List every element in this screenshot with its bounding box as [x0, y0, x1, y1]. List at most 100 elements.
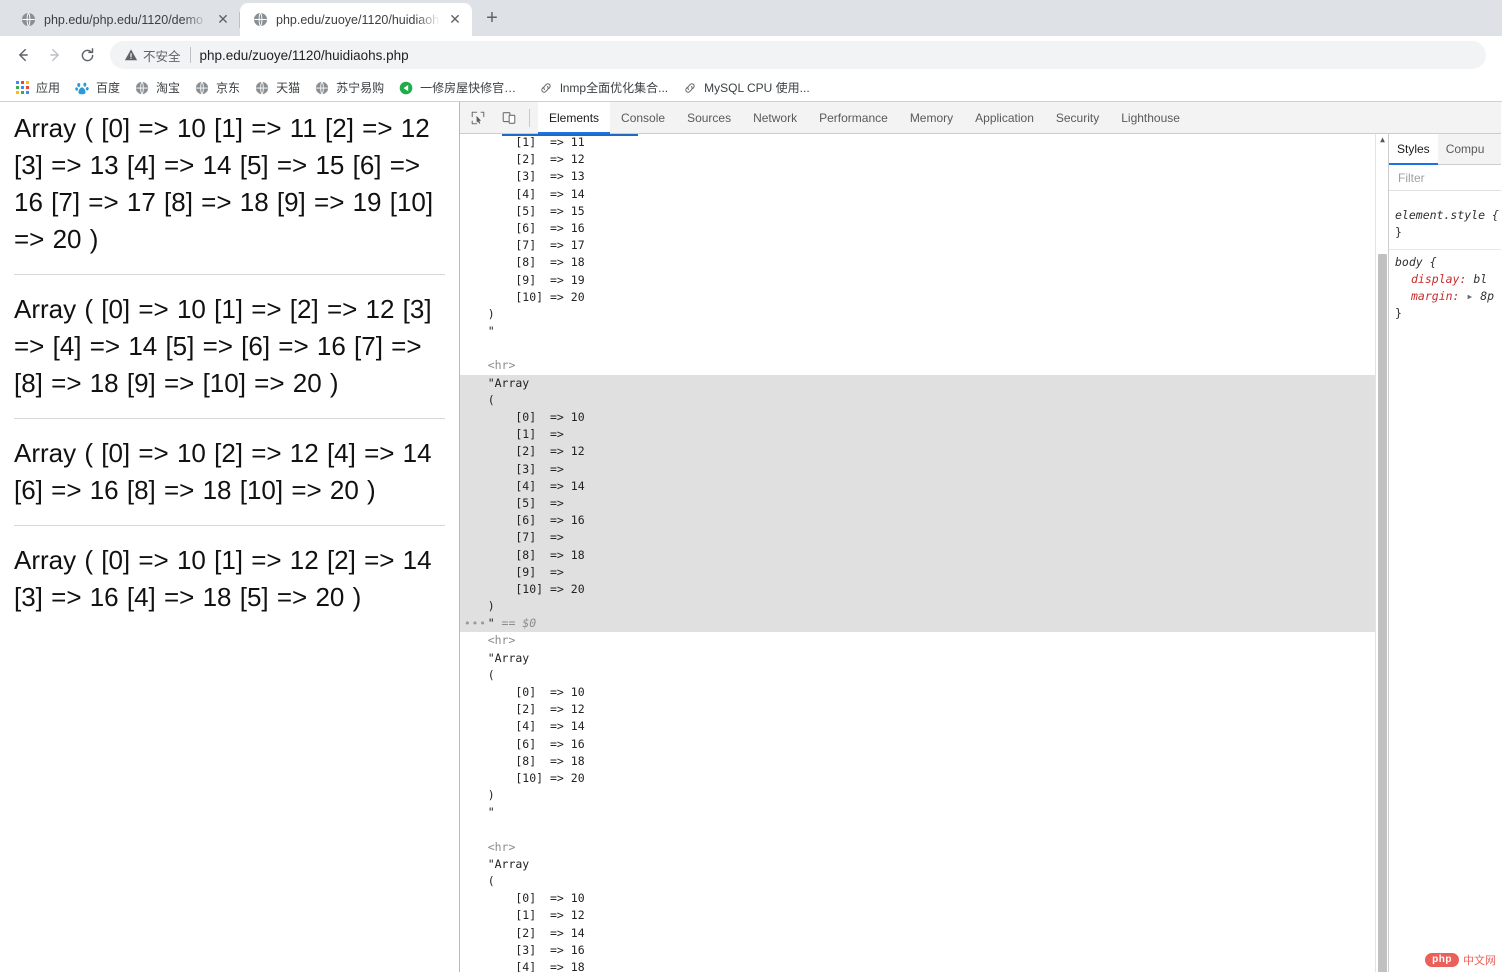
css-selector[interactable]: element.style { [1395, 208, 1499, 222]
dom-tree-line[interactable]: [1] => 11 [460, 134, 1375, 151]
dom-tree-line[interactable]: ( [460, 667, 1375, 684]
dom-tree-line[interactable]: <hr> [460, 839, 1375, 856]
css-value[interactable]: 8p [1480, 289, 1494, 303]
address-bar[interactable]: 不安全 php.edu/zuoye/1120/huidiaohs.php [110, 41, 1486, 69]
dom-tree-line[interactable]: [1] => [460, 426, 1375, 444]
dom-tree-line[interactable]: " [460, 804, 1375, 821]
dom-tree-line[interactable]: [8] => 18 [460, 254, 1375, 271]
dom-tree-line[interactable]: [2] => 14 [460, 925, 1375, 942]
dom-tree-line[interactable]: "Array [460, 650, 1375, 667]
dom-tree-line[interactable]: [8] => 18 [460, 753, 1375, 770]
bookmark-taobao[interactable]: 淘宝 [128, 77, 188, 98]
dom-tree-line[interactable]: [4] => 14 [460, 477, 1375, 495]
close-icon[interactable]: ✕ [214, 11, 232, 29]
dom-tree-line[interactable]: <hr> [460, 632, 1375, 649]
css-rule[interactable]: element.style {} [1389, 205, 1501, 243]
dom-tree-line[interactable]: <hr> [460, 357, 1375, 374]
dom-tree-line[interactable]: [3] => 16 [460, 942, 1375, 959]
dom-tree-line[interactable]: ) [460, 598, 1375, 616]
reload-button[interactable] [72, 40, 102, 70]
dom-tree-line[interactable]: [4] => 14 [460, 186, 1375, 203]
expand-triangle-icon[interactable]: ▸ [1466, 289, 1480, 303]
tab-console[interactable]: Console [610, 102, 676, 134]
tab-elements[interactable]: Elements [538, 101, 611, 134]
inspect-element-icon[interactable] [465, 105, 491, 131]
css-property[interactable]: margin: [1395, 289, 1466, 303]
dom-tree[interactable]: [1] => 11 [2] => 12 [3] => 13 [4] => 14 … [460, 134, 1375, 972]
dom-tree-line[interactable]: [5] => 15 [460, 203, 1375, 220]
css-selector[interactable]: body { [1395, 255, 1437, 269]
dom-tree-line[interactable]: [0] => 10 [460, 684, 1375, 701]
dom-tree-line[interactable] [460, 822, 1375, 839]
css-declaration[interactable]: margin: ▸ 8p [1395, 288, 1501, 305]
dom-tree-line[interactable]: ( [460, 391, 1375, 409]
dom-tree-line[interactable]: [1] => 12 [460, 907, 1375, 924]
browser-tab-2[interactable]: php.edu/zuoye/1120/huidiaoh ✕ [240, 3, 472, 36]
dom-tree-line[interactable]: " [460, 323, 1375, 340]
browser-tab-1[interactable]: php.edu/php.edu/1120/demo ✕ [8, 3, 240, 36]
tab-lighthouse[interactable]: Lighthouse [1110, 102, 1191, 134]
dom-tree-line[interactable]: [10] => 20 [460, 289, 1375, 306]
tab-security[interactable]: Security [1045, 102, 1110, 134]
scroll-up-icon[interactable]: ▲ [1378, 135, 1387, 144]
dom-tree-line[interactable]: [2] => 12 [460, 701, 1375, 718]
dom-tree-line[interactable]: [7] => [460, 529, 1375, 547]
dom-tree-line[interactable]: [3] => [460, 460, 1375, 478]
bookmark-baidu[interactable]: 百度 [68, 77, 128, 98]
bookmark-tmall[interactable]: 天猫 [248, 77, 308, 98]
dom-tree-line[interactable]: ) [460, 306, 1375, 323]
url-text[interactable]: php.edu/zuoye/1120/huidiaohs.php [200, 48, 409, 63]
back-button[interactable] [8, 40, 38, 70]
dom-tree-line[interactable]: [6] => 16 [460, 512, 1375, 530]
dom-tree-line[interactable]: [10] => 20 [460, 770, 1375, 787]
bookmark-mysql-cpu[interactable]: MySQL CPU 使用... [676, 77, 818, 98]
forward-button[interactable] [40, 40, 70, 70]
bookmark-yixiu[interactable]: 一修房屋快修官网,... [392, 77, 532, 98]
dom-tree-line[interactable]: [3] => 13 [460, 168, 1375, 185]
css-property[interactable]: display: [1395, 272, 1473, 286]
tab-sources[interactable]: Sources [676, 102, 742, 134]
bookmark-suning[interactable]: 苏宁易购 [308, 77, 392, 98]
dom-tree-line[interactable]: [6] => 16 [460, 736, 1375, 753]
dom-tree-line[interactable]: [4] => 14 [460, 718, 1375, 735]
dom-tree-line[interactable]: ) [460, 787, 1375, 804]
bookmark-lnmp[interactable]: lnmp全面优化集合... [532, 77, 676, 98]
dom-tree-line[interactable]: [2] => 12 [460, 151, 1375, 168]
tab-memory[interactable]: Memory [899, 102, 964, 134]
dom-tree-line[interactable]: [0] => 10 [460, 409, 1375, 427]
dom-tree-line[interactable]: [10] => 20 [460, 580, 1375, 599]
tab-computed[interactable]: Compu [1438, 134, 1493, 165]
tab-network[interactable]: Network [742, 102, 808, 134]
expand-ellipsis-icon[interactable]: ••• [464, 615, 487, 632]
security-status[interactable]: 不安全 [124, 46, 181, 65]
dom-scrollbar[interactable]: ▲ [1375, 134, 1388, 972]
tab-performance[interactable]: Performance [808, 102, 899, 134]
dom-tree-line[interactable]: "Array [460, 856, 1375, 873]
dom-tree-line[interactable]: [4] => 18 [460, 959, 1375, 972]
styles-filter-input[interactable]: Filter [1389, 165, 1501, 191]
device-toolbar-icon[interactable] [496, 105, 522, 131]
dom-tree-pane[interactable]: [1] => 11 [2] => 12 [3] => 13 [4] => 14 … [460, 134, 1389, 972]
new-tab-button[interactable]: + [478, 4, 506, 32]
dom-tree-line[interactable]: [6] => 16 [460, 220, 1375, 237]
dom-tree-line[interactable]: [2] => 12 [460, 443, 1375, 461]
css-value[interactable]: bl [1473, 272, 1487, 286]
css-declaration[interactable]: display: bl [1395, 271, 1501, 288]
dom-tree-line[interactable]: [7] => 17 [460, 237, 1375, 254]
bookmark-apps[interactable]: 应用 [8, 77, 68, 98]
tab-application[interactable]: Application [964, 102, 1045, 134]
dom-tree-line[interactable]: [8] => 18 [460, 546, 1375, 564]
dom-tree-line[interactable]: [0] => 10 [460, 890, 1375, 907]
close-icon[interactable]: ✕ [446, 11, 464, 29]
dom-tree-line[interactable]: "Array [460, 374, 1375, 392]
dom-tree-line[interactable]: [9] => [460, 563, 1375, 581]
scrollbar-thumb[interactable] [1378, 254, 1387, 972]
css-rule[interactable]: body {display: bl margin: ▸ 8p} [1389, 249, 1501, 324]
dom-tree-line[interactable]: ( [460, 873, 1375, 890]
dom-tree-line[interactable] [460, 340, 1375, 357]
tab-styles[interactable]: Styles [1389, 134, 1438, 165]
dom-tree-line[interactable]: " == $0 [460, 615, 1375, 633]
dom-tree-line[interactable]: [5] => [460, 494, 1375, 513]
dom-tree-line[interactable]: [9] => 19 [460, 272, 1375, 289]
bookmark-jd[interactable]: 京东 [188, 77, 248, 98]
